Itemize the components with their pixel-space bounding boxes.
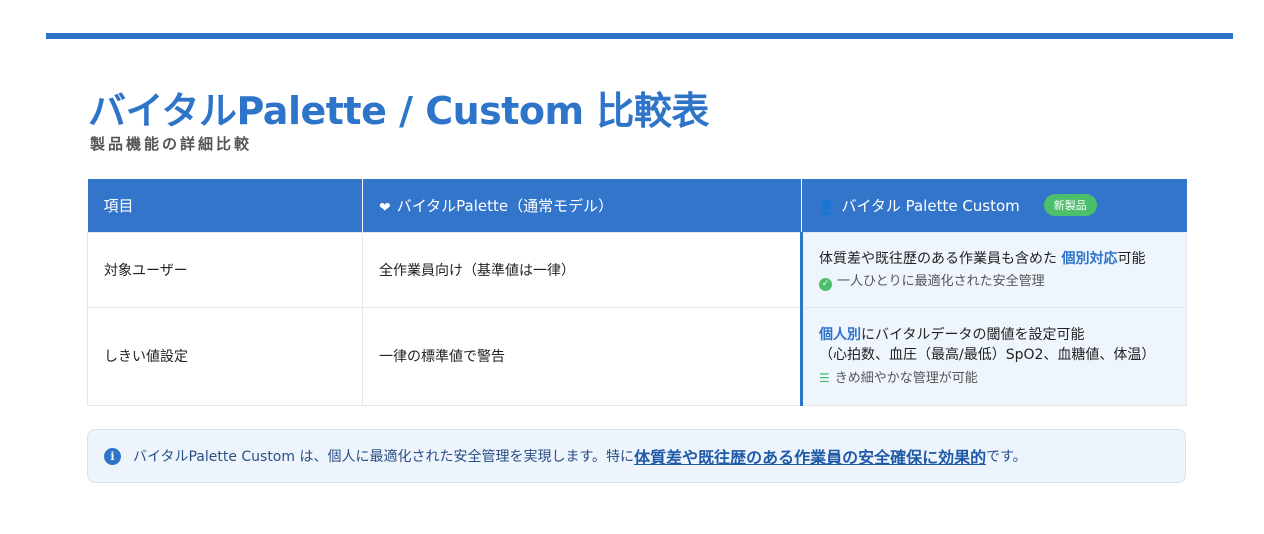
user-settings-icon: 👤	[818, 200, 836, 217]
custom-main-line: 個人別にバイタルデータの閾値を設定可能	[819, 325, 1170, 345]
note-emphasis: 体質差や既往歴のある作業員の安全確保に効果的	[634, 448, 987, 467]
note-text-post: です。	[986, 449, 1027, 465]
row-item-target-user: 対象ユーザー	[87, 231, 363, 308]
header-custom-label: バイタル Palette Custom	[841, 197, 1020, 216]
header-item: 項目	[87, 179, 363, 232]
row-custom-target-user: 体質差や既往歴のある作業員も含めた 個別対応可能 ✓ 一人ひとりに最適化された安全…	[800, 231, 1187, 308]
custom-text-post: 可能	[1117, 250, 1146, 267]
page-subtitle: 製品機能の詳細比較	[90, 135, 253, 153]
header-standard-label: バイタルPalette（通常モデル）	[396, 196, 614, 215]
custom-main-line: 体質差や既往歴のある作業員も含めた 個別対応可能	[819, 249, 1170, 269]
row-standard-target-user: 全作業員向け（基準値は一律）	[362, 231, 802, 308]
row-standard-threshold: 一律の標準値で警告	[362, 306, 802, 406]
row-item-threshold: しきい値設定	[87, 306, 363, 406]
custom-highlight: 個人別	[819, 326, 861, 343]
page-title: バイタルPalette / Custom 比較表	[88, 89, 709, 133]
table-row: しきい値設定 一律の標準値で警告 個人別にバイタルデータの閾値を設定可能 （心拍…	[87, 306, 1187, 406]
row-custom-threshold: 個人別にバイタルデータの閾値を設定可能 （心拍数、血圧（最高/最低）SpO2、血…	[800, 306, 1187, 406]
custom-sub-text: 一人ひとりに最適化された安全管理	[837, 273, 1045, 289]
comparison-table: 項目 ❤ バイタルPalette（通常モデル） 👤 バイタル Palette Cus…	[87, 179, 1187, 406]
custom-vitals-list: （心拍数、血圧（最高/最低）SpO2、血糖値、体温）	[819, 346, 1156, 363]
check-circle-icon: ✓	[819, 277, 832, 291]
heart-pulse-icon: ❤	[379, 199, 391, 216]
header-standard: ❤ バイタルPalette（通常モデル）	[362, 179, 802, 232]
custom-sub-text: きめ細やかな管理が可能	[834, 370, 978, 386]
custom-sub-line: ☰ きめ細やかな管理が可能	[819, 369, 1170, 388]
sliders-icon: ☰	[819, 370, 830, 385]
info-note: i バイタルPalette Custom は、個人に最適化された安全管理を実現し…	[87, 429, 1186, 483]
new-product-badge: 新製品	[1043, 194, 1097, 217]
custom-text-post: にバイタルデータの閾値を設定可能	[861, 326, 1085, 343]
custom-highlight: 個別対応	[1061, 250, 1118, 267]
note-text-pre: バイタルPalette Custom は、個人に最適化された安全管理を実現します…	[133, 449, 635, 465]
table-row: 対象ユーザー 全作業員向け（基準値は一律） 体質差や既往歴のある作業員も含めた …	[87, 231, 1187, 308]
table-header-row: 項目 ❤ バイタルPalette（通常モデル） 👤 バイタル Palette Cus…	[87, 179, 1187, 232]
custom-text-pre: 体質差や既往歴のある作業員も含めた	[819, 250, 1062, 267]
header-custom: 👤 バイタル Palette Custom 新製品	[801, 179, 1187, 232]
custom-sub-line: ✓ 一人ひとりに最適化された安全管理	[819, 273, 1170, 291]
info-icon: i	[104, 447, 121, 465]
top-accent-rule	[46, 33, 1233, 39]
